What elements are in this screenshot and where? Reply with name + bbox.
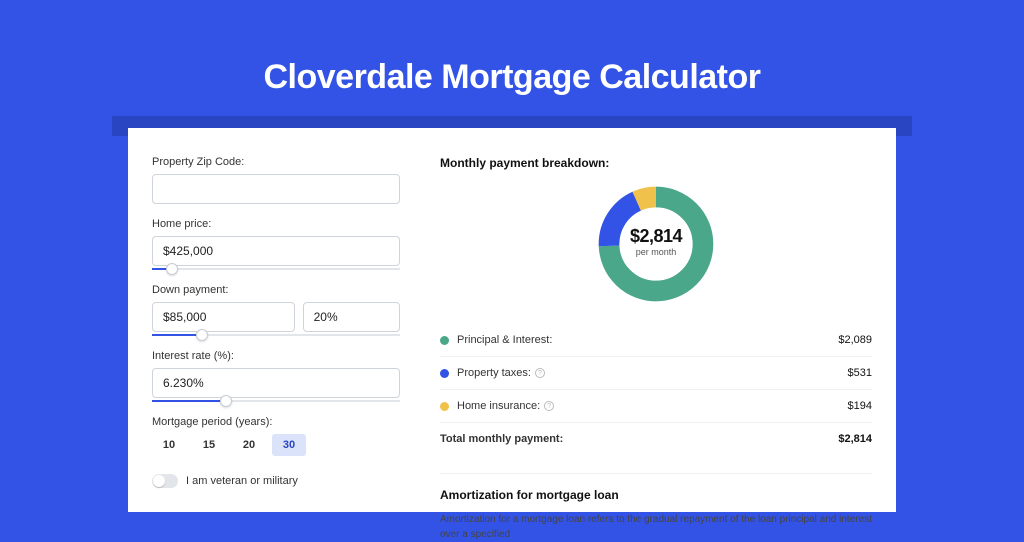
zip-field: Property Zip Code:	[152, 156, 400, 204]
period-label: Mortgage period (years):	[152, 416, 400, 428]
page-title: Cloverdale Mortgage Calculator	[0, 0, 1024, 119]
total-value: $2,814	[838, 433, 872, 445]
price-input[interactable]	[152, 236, 400, 266]
donut-sublabel: per month	[594, 247, 718, 257]
down-amount-input[interactable]	[152, 302, 295, 332]
period-field: Mortgage period (years): 10 15 20 30	[152, 416, 400, 456]
price-slider-thumb[interactable]	[166, 263, 178, 275]
legend-label: Principal & Interest:	[457, 334, 838, 346]
veteran-row: I am veteran or military	[152, 474, 400, 488]
rate-field: Interest rate (%):	[152, 350, 400, 402]
donut-value: $2,814	[594, 226, 718, 247]
price-field: Home price:	[152, 218, 400, 270]
down-label: Down payment:	[152, 284, 400, 296]
legend-label: Property taxes: ?	[457, 367, 848, 379]
down-field: Down payment:	[152, 284, 400, 336]
legend-row: Property taxes: ?$531	[440, 357, 872, 390]
breakdown-column: Monthly payment breakdown: $2,814 per mo…	[440, 156, 872, 512]
total-label: Total monthly payment:	[440, 433, 838, 445]
legend-row: Principal & Interest: $2,089	[440, 324, 872, 357]
legend-dot	[440, 402, 449, 411]
donut-chart: $2,814 per month	[594, 182, 718, 306]
down-slider-thumb[interactable]	[196, 329, 208, 341]
legend-value: $2,089	[838, 334, 872, 346]
amortization-text: Amortization for a mortgage loan refers …	[440, 512, 872, 542]
legend-row: Home insurance: ?$194	[440, 390, 872, 423]
breakdown-title: Monthly payment breakdown:	[440, 156, 872, 170]
legend-dot	[440, 336, 449, 345]
legend-value: $531	[848, 367, 872, 379]
zip-label: Property Zip Code:	[152, 156, 400, 168]
veteran-toggle[interactable]	[152, 474, 178, 488]
legend-value: $194	[848, 400, 872, 412]
calculator-card: Property Zip Code: Home price: Down paym…	[128, 128, 896, 512]
down-percent-input[interactable]	[303, 302, 400, 332]
period-option-15[interactable]: 15	[192, 434, 226, 456]
amortization-section: Amortization for mortgage loan Amortizat…	[440, 473, 872, 542]
down-slider-fill	[152, 334, 202, 336]
rate-label: Interest rate (%):	[152, 350, 400, 362]
period-option-10[interactable]: 10	[152, 434, 186, 456]
veteran-label: I am veteran or military	[186, 475, 298, 487]
donut-chart-wrap: $2,814 per month	[440, 182, 872, 306]
info-icon[interactable]: ?	[535, 368, 545, 378]
legend-label: Home insurance: ?	[457, 400, 848, 412]
amortization-title: Amortization for mortgage loan	[440, 488, 872, 502]
period-options: 10 15 20 30	[152, 434, 400, 456]
rate-slider-thumb[interactable]	[220, 395, 232, 407]
rate-slider-fill	[152, 400, 226, 402]
rate-slider[interactable]	[152, 400, 400, 402]
price-label: Home price:	[152, 218, 400, 230]
zip-input[interactable]	[152, 174, 400, 204]
period-option-20[interactable]: 20	[232, 434, 266, 456]
donut-center: $2,814 per month	[594, 226, 718, 257]
period-option-30[interactable]: 30	[272, 434, 306, 456]
info-icon[interactable]: ?	[544, 401, 554, 411]
price-slider[interactable]	[152, 268, 400, 270]
down-slider[interactable]	[152, 334, 400, 336]
rate-input[interactable]	[152, 368, 400, 398]
form-column: Property Zip Code: Home price: Down paym…	[152, 156, 400, 512]
legend-dot	[440, 369, 449, 378]
total-row: Total monthly payment: $2,814	[440, 423, 872, 455]
